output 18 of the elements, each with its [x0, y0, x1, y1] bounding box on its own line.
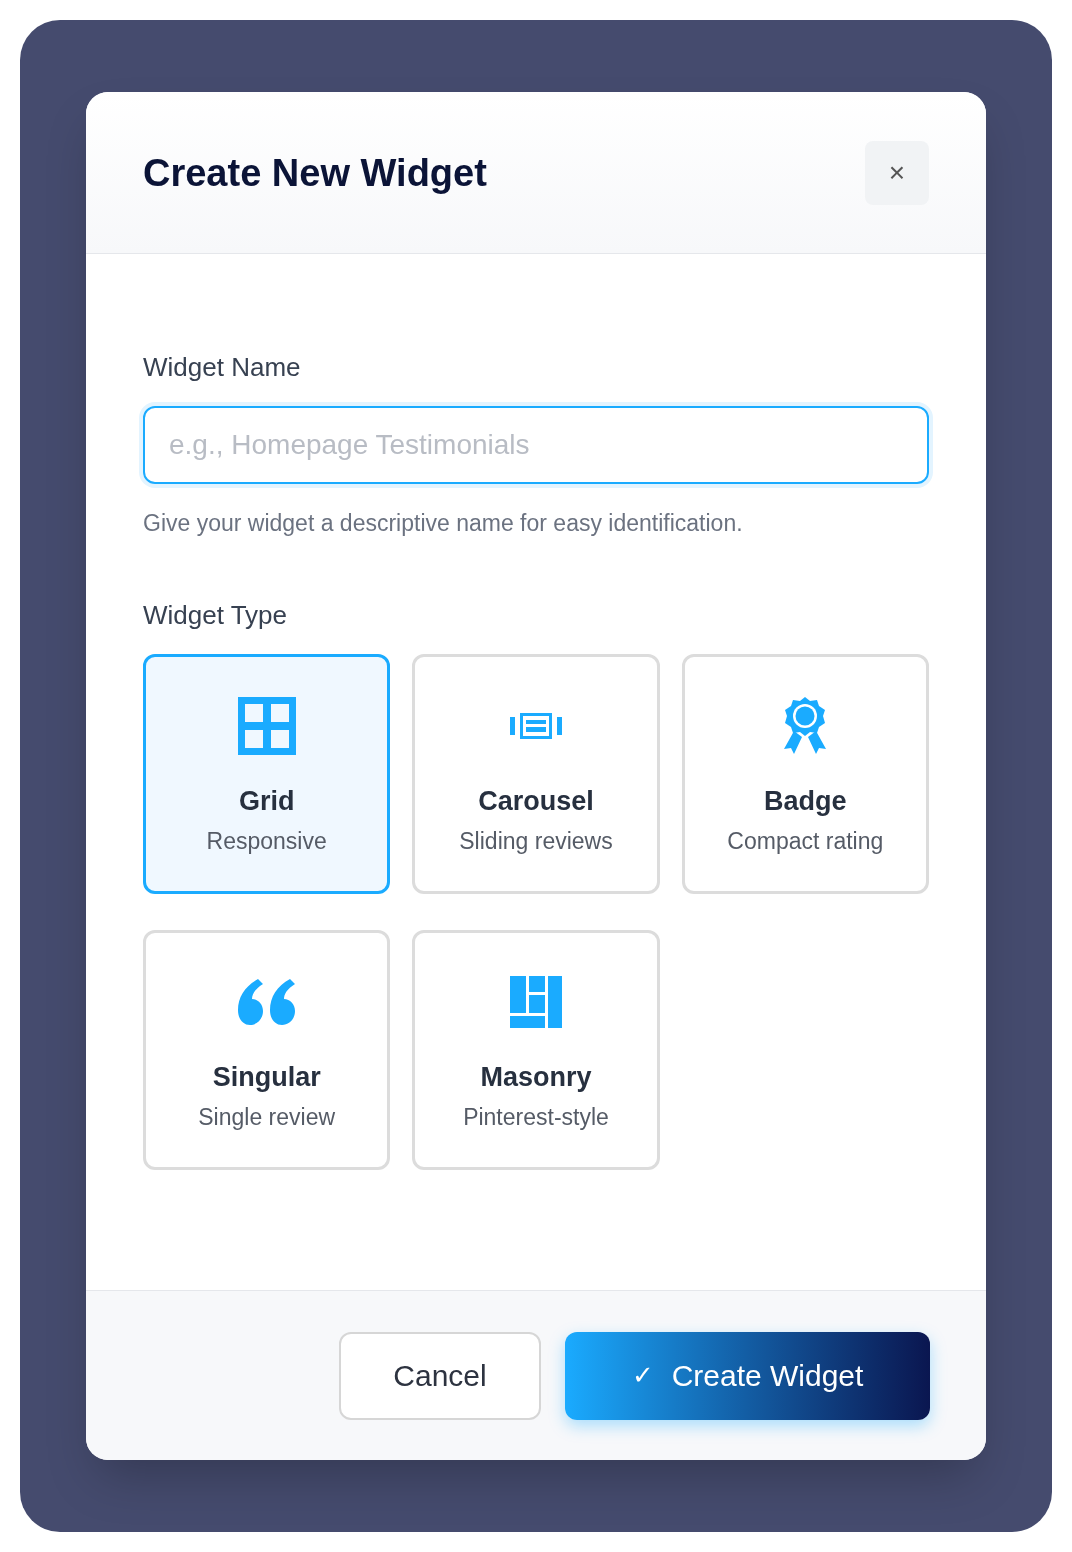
cancel-button[interactable]: Cancel — [339, 1331, 541, 1420]
widget-type-card[interactable]: Carousel Sliding reviews — [412, 654, 660, 894]
dialog-title: Create New Widget — [143, 151, 487, 196]
quote-icon — [237, 979, 296, 1025]
widget-type-card[interactable]: Grid Responsive — [143, 654, 391, 894]
widget-type-card[interactable]: Masonry Pinterest-style — [412, 930, 660, 1170]
field-label: Widget Name — [143, 352, 302, 382]
widget-type-card[interactable]: Badge Compact rating — [681, 654, 929, 894]
masonry-layout-icon — [510, 976, 562, 1028]
close-button[interactable]: × — [865, 140, 929, 205]
create-widget-button[interactable]: ✓ Create Widget — [565, 1331, 930, 1420]
check-icon: ✓ — [631, 1356, 654, 1395]
award-ribbon-icon — [782, 697, 829, 755]
grid-icon — [237, 697, 296, 755]
widget-type-card[interactable]: Singular Single review — [143, 930, 391, 1170]
carousel-icon — [510, 713, 562, 739]
field-hint: Give your widget a descriptive name for easy identification. — [143, 509, 744, 538]
section-label: Widget Type — [143, 600, 289, 630]
